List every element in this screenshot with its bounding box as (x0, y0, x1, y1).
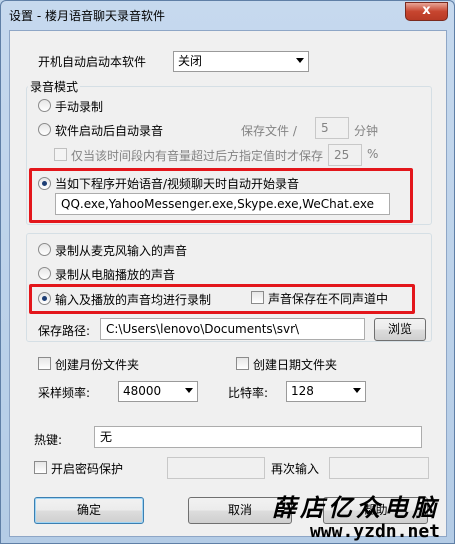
only-when-checkbox[interactable] (54, 148, 67, 161)
program-list-input[interactable]: QQ.exe,YahooMessenger.exe,Skype.exe,WeCh… (55, 193, 390, 215)
program-list-value: QQ.exe,YahooMessenger.exe,Skype.exe,WeCh… (61, 197, 374, 211)
threshold-value: 25 (334, 148, 350, 162)
chevron-down-icon (353, 388, 361, 393)
autostart-label: 开机自动启动本软件 (38, 55, 147, 69)
bitrate-value: 128 (291, 384, 314, 398)
sample-rate-value: 48000 (123, 384, 162, 398)
chevron-down-icon (185, 388, 193, 393)
manual-record-label: 手动录制 (55, 100, 104, 114)
password-repeat-label: 再次输入 (271, 462, 320, 476)
settings-panel: 开机自动启动本软件 关闭 录音模式 手动录制 软件启动后自动录音 保存文件 / … (9, 30, 447, 537)
program-trigger-label: 当如下程序开始语音/视频聊天时自动开始录音 (55, 177, 300, 191)
only-when-label: 仅当该时间段内有音量超过后方指定值时才保存 (71, 149, 324, 163)
save-path-label: 保存路径: (38, 324, 91, 338)
minutes-unit-label: 分钟 (354, 124, 379, 138)
program-trigger-radio[interactable] (38, 177, 51, 190)
autostart-select[interactable]: 关闭 (173, 51, 309, 72)
both-sources-label: 输入及播放的声音均进行录制 (55, 293, 212, 307)
settings-window: 设置 - 楼月语音聊天录音软件 x 开机自动启动本软件 关闭 录音模式 手动录制… (0, 0, 455, 544)
password-label: 开启密码保护 (51, 462, 124, 476)
mic-label: 录制从麦克风输入的声音 (55, 244, 188, 258)
cancel-label: 取消 (227, 503, 252, 517)
hotkey-value: 无 (100, 430, 113, 444)
password-checkbox[interactable] (34, 461, 47, 474)
close-button[interactable]: x (405, 2, 448, 21)
both-sources-radio[interactable] (38, 292, 51, 305)
ok-button[interactable]: 确定 (34, 497, 144, 524)
save-path-value: C:\Users\lenovo\Documents\svr\ (106, 322, 300, 336)
separate-channel-label: 声音保存在不同声道中 (268, 292, 389, 306)
auto-on-start-radio[interactable] (38, 123, 51, 136)
password-repeat-input[interactable] (329, 457, 429, 479)
browse-label: 浏览 (387, 322, 412, 336)
playback-radio[interactable] (38, 267, 51, 280)
monthly-folder-label: 创建月份文件夹 (55, 358, 140, 372)
window-title: 设置 - 楼月语音聊天录音软件 (9, 9, 165, 23)
browse-button[interactable]: 浏览 (374, 318, 426, 341)
save-path-input[interactable]: C:\Users\lenovo\Documents\svr\ (100, 318, 365, 340)
hotkey-input[interactable]: 无 (94, 426, 422, 448)
ok-label: 确定 (76, 503, 101, 517)
manual-record-radio[interactable] (38, 99, 51, 112)
threshold-input[interactable]: 25 (328, 144, 362, 166)
record-mode-title: 录音模式 (28, 78, 81, 95)
percent-unit-label: % (367, 147, 379, 161)
watermark-name: 薛店亿众电脑 (272, 493, 440, 522)
chevron-down-icon (296, 58, 304, 63)
mic-radio[interactable] (38, 243, 51, 256)
close-icon: x (422, 3, 431, 18)
title-bar[interactable]: 设置 - 楼月语音聊天录音软件 x (1, 1, 454, 29)
bitrate-label: 比特率: (228, 386, 269, 400)
save-minutes-input[interactable]: 5 (315, 117, 349, 139)
save-minutes-value: 5 (321, 121, 329, 135)
bitrate-select[interactable]: 128 (286, 381, 366, 402)
password-input[interactable] (167, 457, 265, 479)
daily-folder-label: 创建日期文件夹 (253, 358, 338, 372)
hotkey-label: 热键: (34, 433, 63, 447)
playback-label: 录制从电脑播放的声音 (55, 268, 176, 282)
daily-folder-checkbox[interactable] (236, 357, 249, 370)
separate-channel-checkbox[interactable] (251, 291, 264, 304)
watermark: 薛店亿众电脑 www.yzdn.net (272, 488, 440, 542)
autostart-value: 关闭 (178, 54, 203, 68)
save-file-label: 保存文件 / (241, 124, 297, 138)
auto-on-start-label: 软件启动后自动录音 (55, 124, 164, 138)
monthly-folder-checkbox[interactable] (38, 357, 51, 370)
sample-rate-select[interactable]: 48000 (118, 381, 198, 402)
sample-rate-label: 采样频率: (38, 386, 91, 400)
watermark-url: www.yzdn.net (309, 521, 440, 542)
